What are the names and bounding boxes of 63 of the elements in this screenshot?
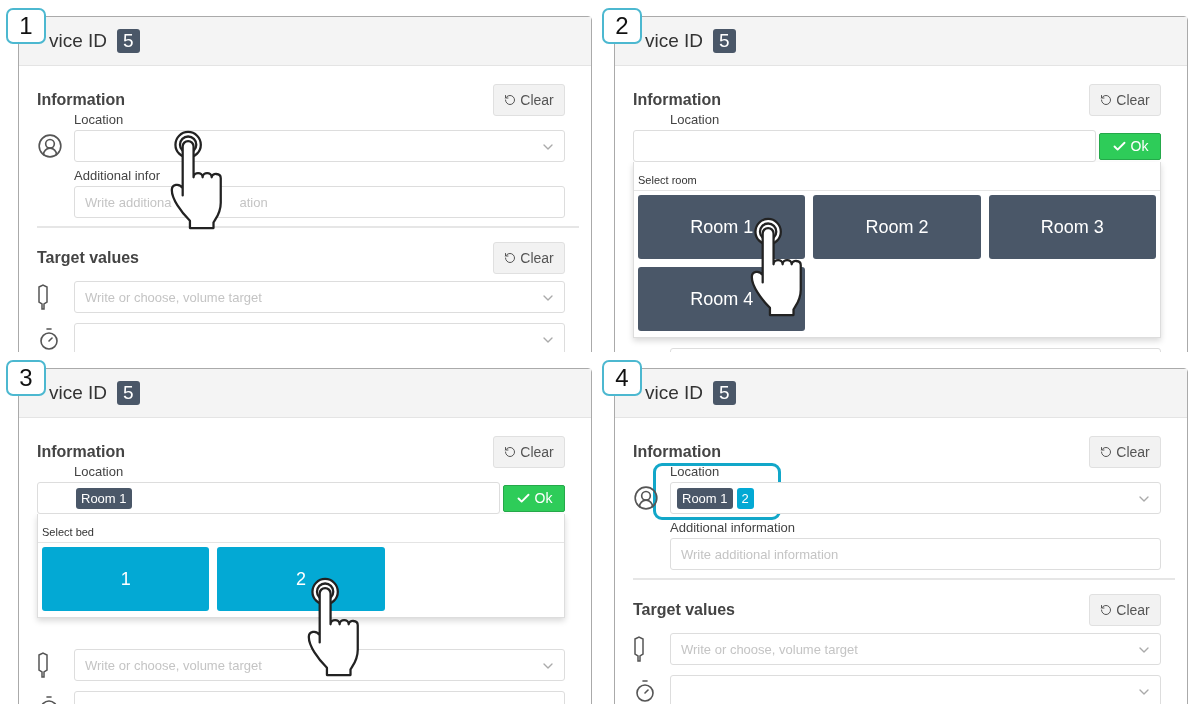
- card-title: vice ID: [49, 382, 108, 404]
- count-badge: 5: [713, 29, 736, 53]
- dropdown-title: Select room: [634, 162, 1160, 191]
- option-button[interactable]: Room 1: [638, 195, 806, 259]
- section-title: Information: [633, 91, 721, 109]
- option-button[interactable]: Room 3: [988, 195, 1156, 259]
- timer-icon: [633, 679, 657, 703]
- count-badge: 5: [713, 381, 736, 405]
- field-label: Location: [670, 112, 721, 127]
- location-select[interactable]: [74, 130, 565, 162]
- user-icon: [37, 133, 63, 159]
- selection-tag: Room 1: [677, 487, 733, 509]
- field-label: Location: [670, 464, 721, 479]
- clear-button[interactable]: Clear: [1089, 84, 1161, 116]
- dropdown-title: Select bed: [38, 514, 564, 543]
- clear-button[interactable]: Clear: [1089, 594, 1161, 626]
- undo-icon: [1100, 94, 1113, 106]
- placeholder-text: Write additional information: [681, 546, 839, 562]
- clear-button[interactable]: Clear: [493, 436, 565, 468]
- card-title: vice ID: [645, 30, 704, 52]
- section-title: Target values: [633, 601, 735, 619]
- placeholder-text: Write or choose, volume target: [85, 289, 262, 305]
- clear-button[interactable]: Clear: [493, 84, 565, 116]
- count-badge: 5: [117, 29, 140, 53]
- step-number: 2: [602, 8, 642, 44]
- field-label: Additional infor: [74, 168, 161, 183]
- undo-icon: [504, 252, 517, 264]
- count-badge: 5: [117, 381, 140, 405]
- step-number: 3: [6, 360, 46, 396]
- undo-icon: [504, 446, 517, 458]
- selection-tag: Room 1: [76, 487, 132, 509]
- pen-icon: [37, 652, 49, 678]
- pen-icon: [633, 636, 645, 662]
- undo-icon: [504, 94, 517, 106]
- section-title: Target values: [37, 249, 139, 267]
- section-title: Information: [37, 91, 125, 109]
- card-title: vice ID: [49, 30, 108, 52]
- user-icon: [633, 485, 659, 511]
- placeholder-text: ation: [239, 194, 268, 210]
- duration-select[interactable]: [670, 675, 1161, 704]
- selection-tag: 2: [736, 487, 754, 509]
- field-label: Additional information: [670, 520, 797, 535]
- placeholder-text: Write additiona: [85, 194, 172, 210]
- location-input[interactable]: [633, 130, 1096, 162]
- clear-button[interactable]: Clear: [1089, 436, 1161, 468]
- field-label: Location: [74, 112, 125, 127]
- location-select[interactable]: Room 1 2: [670, 482, 1161, 514]
- duration-select[interactable]: [74, 323, 565, 352]
- placeholder-text: Write or choose, volume target: [85, 657, 262, 673]
- pen-icon: [37, 284, 49, 310]
- timer-icon: [37, 327, 61, 351]
- undo-icon: [1100, 446, 1113, 458]
- option-button[interactable]: Room 2: [813, 195, 981, 259]
- step-number: 4: [602, 360, 642, 396]
- section-title: Information: [633, 443, 721, 461]
- location-input[interactable]: Room 1: [37, 482, 500, 514]
- field-label: Location: [74, 464, 125, 479]
- section-title: Information: [37, 443, 125, 461]
- placeholder-text: Write or choose, volume target: [681, 641, 858, 657]
- step-number: 1: [6, 8, 46, 44]
- undo-icon: [1100, 604, 1113, 616]
- card-title: vice ID: [645, 382, 704, 404]
- clear-button[interactable]: Clear: [493, 242, 565, 274]
